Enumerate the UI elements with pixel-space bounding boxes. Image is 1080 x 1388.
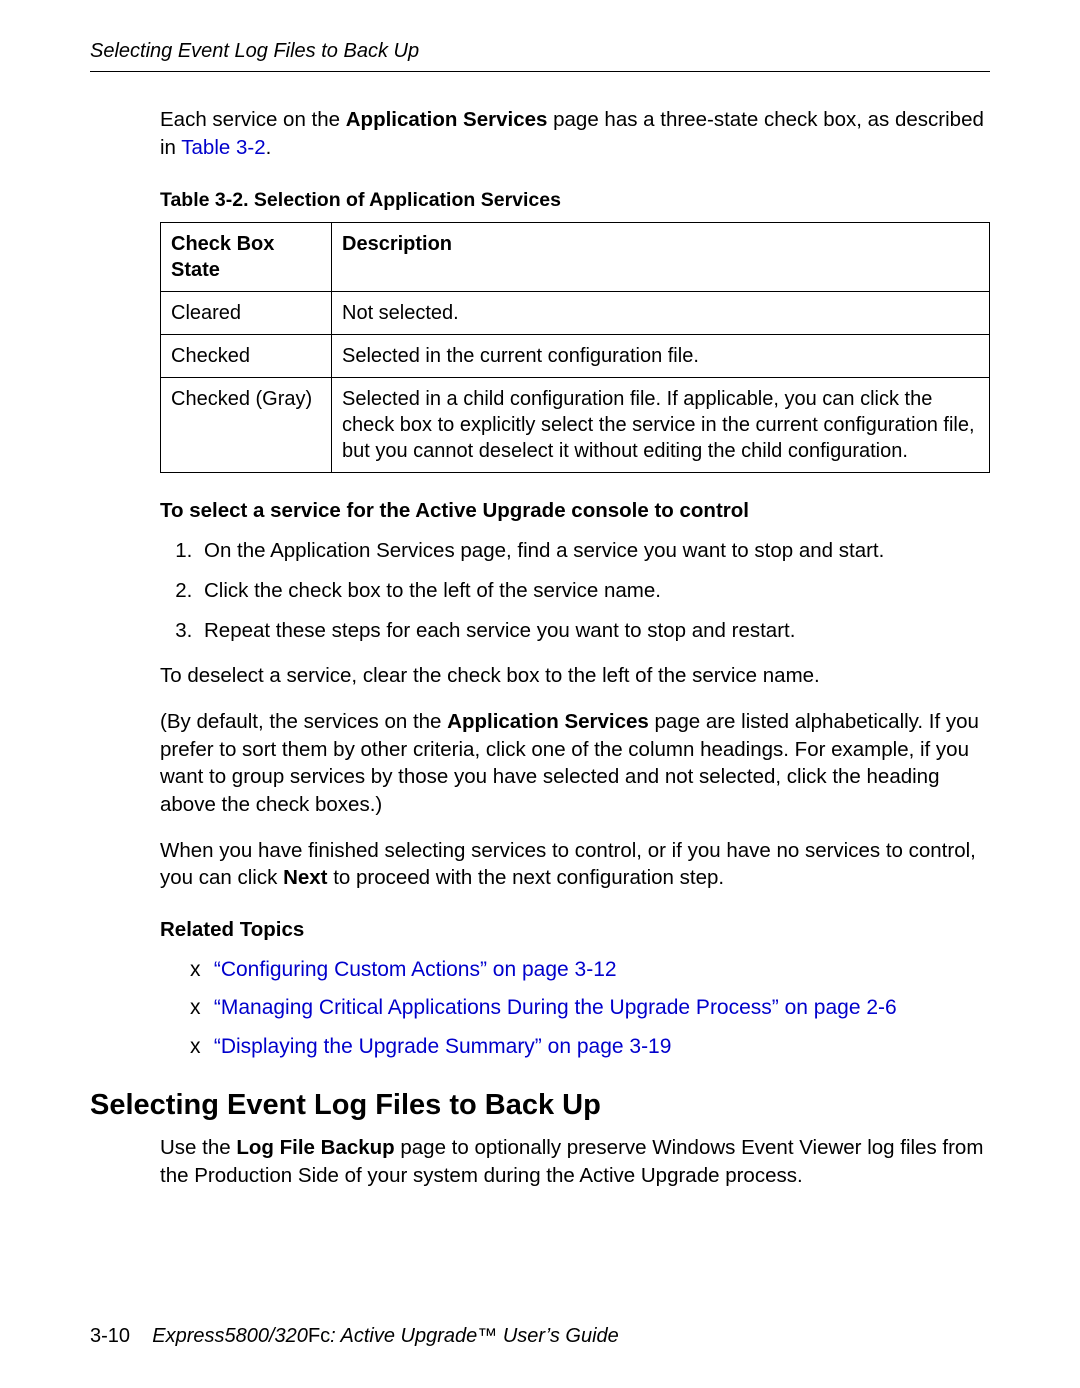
table-header-row: Check Box State Description bbox=[161, 223, 990, 292]
section-bold: Log File Backup bbox=[236, 1136, 394, 1159]
bullet-icon: x bbox=[190, 956, 208, 984]
table-header-desc: Description bbox=[332, 223, 990, 292]
related-item: x “Managing Critical Applications During… bbox=[190, 994, 990, 1022]
page-footer: 3-10 Express5800/320Fc: Active Upgrade™ … bbox=[90, 1325, 990, 1348]
sort-paragraph: (By default, the services on the Applica… bbox=[160, 708, 990, 819]
related-link[interactable]: “Configuring Custom Actions” on page 3-1… bbox=[214, 958, 617, 981]
table-row: Checked (Gray) Selected in a child confi… bbox=[161, 378, 990, 473]
sort-pre: (By default, the services on the bbox=[160, 710, 447, 733]
step-text-pre: On the bbox=[204, 539, 270, 562]
next-paragraph: When you have finished selecting service… bbox=[160, 837, 990, 892]
app-services-table: Check Box State Description Cleared Not … bbox=[160, 222, 990, 473]
table-header-state: Check Box State bbox=[161, 223, 332, 292]
procedure-steps: On the Application Services page, find a… bbox=[160, 537, 990, 644]
footer-title-italic: Express5800/320 bbox=[152, 1325, 308, 1347]
intro-paragraph: Each service on the Application Services… bbox=[160, 106, 990, 161]
footer-title-roman: Fc bbox=[308, 1325, 330, 1347]
deselect-paragraph: To deselect a service, clear the check b… bbox=[160, 662, 990, 690]
table-cell-state: Cleared bbox=[161, 292, 332, 335]
sort-bold: Application Services bbox=[447, 710, 649, 733]
related-link[interactable]: “Displaying the Upgrade Summary” on page… bbox=[214, 1035, 672, 1058]
table-row: Checked Selected in the current configur… bbox=[161, 335, 990, 378]
step-item: On the Application Services page, find a… bbox=[198, 537, 990, 565]
intro-bold: Application Services bbox=[346, 108, 548, 131]
procedure-title: To select a service for the Active Upgra… bbox=[160, 499, 990, 523]
next-bold: Next bbox=[283, 866, 327, 889]
table-cell-state: Checked (Gray) bbox=[161, 378, 332, 473]
step-item: Click the check box to the left of the s… bbox=[198, 577, 990, 605]
bullet-icon: x bbox=[190, 1033, 208, 1061]
footer-title-italic2: : Active Upgrade™ User’s Guide bbox=[330, 1325, 619, 1347]
step-text-post: page, find a service you want to stop an… bbox=[455, 539, 885, 562]
table-ref-link[interactable]: Table 3-2 bbox=[181, 136, 265, 159]
section-paragraph: Use the Log File Backup page to optional… bbox=[160, 1134, 990, 1189]
related-item: x “Displaying the Upgrade Summary” on pa… bbox=[190, 1033, 990, 1061]
intro-text-pre: Each service on the bbox=[160, 108, 346, 131]
table-cell-state: Checked bbox=[161, 335, 332, 378]
table-cell-desc: Not selected. bbox=[332, 292, 990, 335]
page-number: 3-10 bbox=[90, 1325, 130, 1347]
related-link[interactable]: “Managing Critical Applications During t… bbox=[214, 996, 897, 1019]
running-header: Selecting Event Log Files to Back Up bbox=[90, 40, 990, 72]
bullet-icon: x bbox=[190, 994, 208, 1022]
table-caption: Table 3-2. Selection of Application Serv… bbox=[160, 189, 990, 212]
step-item: Repeat these steps for each service you … bbox=[198, 617, 990, 645]
section-pre: Use the bbox=[160, 1136, 236, 1159]
next-post: to proceed with the next configuration s… bbox=[328, 866, 725, 889]
table-row: Cleared Not selected. bbox=[161, 292, 990, 335]
related-topics-list: x “Configuring Custom Actions” on page 3… bbox=[160, 956, 990, 1061]
intro-text-post: . bbox=[266, 136, 272, 159]
related-item: x “Configuring Custom Actions” on page 3… bbox=[190, 956, 990, 984]
related-topics-title: Related Topics bbox=[160, 918, 990, 942]
table-cell-desc: Selected in the current configuration fi… bbox=[332, 335, 990, 378]
table-cell-desc: Selected in a child configuration file. … bbox=[332, 378, 990, 473]
step-bold: Application Services bbox=[270, 539, 455, 562]
section-heading: Selecting Event Log Files to Back Up bbox=[90, 1089, 990, 1122]
